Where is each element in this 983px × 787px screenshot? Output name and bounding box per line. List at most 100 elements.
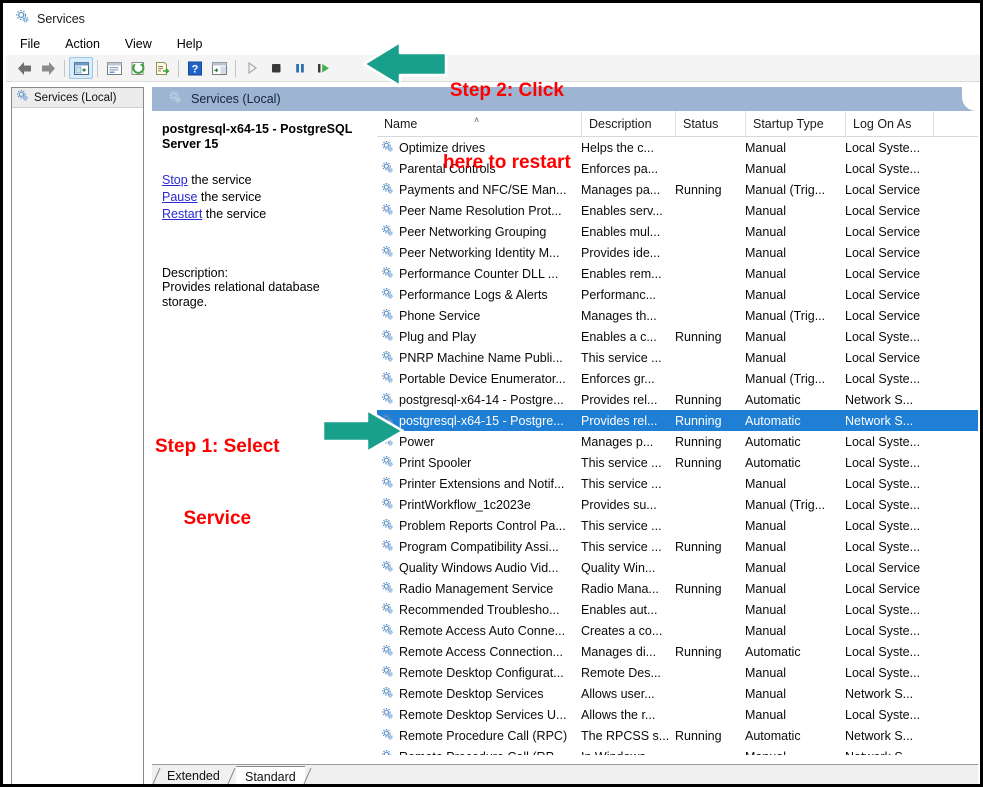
- table-row[interactable]: Phone ServiceManages th...Manual (Trig..…: [377, 305, 978, 326]
- menu-item-action[interactable]: Action: [63, 36, 102, 52]
- cell-name: Performance Logs & Alerts: [381, 284, 577, 305]
- cell-startup-type: Manual: [745, 242, 841, 263]
- stop-service-button[interactable]: [264, 57, 288, 79]
- table-row[interactable]: Remote Access Connection...Manages di...…: [377, 641, 978, 662]
- service-name: postgresql-x64-15 - Postgre...: [399, 414, 564, 428]
- cell-startup-type: Manual (Trig...: [745, 179, 841, 200]
- cell-status: Running: [675, 179, 741, 200]
- service-gear-icon: [381, 392, 394, 408]
- properties-button[interactable]: [102, 57, 126, 79]
- cell-name: Peer Networking Grouping: [381, 221, 577, 242]
- export-list-button[interactable]: [150, 57, 174, 79]
- table-row[interactable]: PowerManages p...RunningAutomaticLocal S…: [377, 431, 978, 452]
- header-corner-curve: [962, 87, 978, 111]
- refresh-button[interactable]: [126, 57, 150, 79]
- cell-startup-type: Manual: [745, 347, 841, 368]
- back-button[interactable]: [12, 57, 36, 79]
- column-header-startup-type[interactable]: Startup Type: [745, 111, 845, 136]
- cell-description: In Windows...: [581, 746, 673, 755]
- table-row[interactable]: Performance Logs & AlertsPerformanc...Ma…: [377, 284, 978, 305]
- cell-status: [675, 284, 741, 305]
- tab-standard[interactable]: Standard: [236, 766, 305, 786]
- service-name: postgresql-x64-14 - Postgre...: [399, 393, 564, 407]
- cell-status: Running: [675, 725, 741, 746]
- table-row[interactable]: Plug and PlayEnables a c...RunningManual…: [377, 326, 978, 347]
- table-row[interactable]: Remote Desktop Services U...Allows the r…: [377, 704, 978, 725]
- cell-log-on-as: Local Syste...: [845, 473, 965, 494]
- forward-button[interactable]: [36, 57, 60, 79]
- table-row[interactable]: Recommended Troublesho...Enables aut...M…: [377, 599, 978, 620]
- cell-name: postgresql-x64-15 - Postgre...: [381, 410, 577, 431]
- show-action-pane-button[interactable]: [207, 57, 231, 79]
- cell-name: Quality Windows Audio Vid...: [381, 557, 577, 578]
- table-row[interactable]: postgresql-x64-14 - Postgre...Provides r…: [377, 389, 978, 410]
- title-bar: Services: [6, 6, 983, 32]
- results-pane-title: Services (Local): [191, 92, 281, 106]
- table-row[interactable]: Program Compatibility Assi...This servic…: [377, 536, 978, 557]
- table-row[interactable]: Remote Desktop ServicesAllows user...Man…: [377, 683, 978, 704]
- cell-status: Running: [675, 326, 741, 347]
- cell-name: PrintWorkflow_1c2023e: [381, 494, 577, 515]
- service-name: Remote Desktop Configurat...: [399, 666, 564, 680]
- service-gear-icon: [381, 581, 394, 597]
- cell-log-on-as: Local Service: [845, 200, 965, 221]
- menu-item-help[interactable]: Help: [175, 36, 205, 52]
- annotation-step1-line1: Step 1: Select: [155, 435, 280, 459]
- cell-startup-type: Automatic: [745, 410, 841, 431]
- table-row[interactable]: Remote Procedure Call (RPC)The RPCSS s..…: [377, 725, 978, 746]
- column-header-description[interactable]: Description: [581, 111, 675, 136]
- service-name: Remote Procedure Call (RP...: [399, 750, 563, 756]
- cell-name: Remote Access Auto Conne...: [381, 620, 577, 641]
- tree-pane-footer: [11, 765, 144, 787]
- cell-name: Power: [381, 431, 577, 452]
- table-row[interactable]: Print SpoolerThis service ...RunningAuto…: [377, 452, 978, 473]
- table-row[interactable]: Remote Access Auto Conne...Creates a co.…: [377, 620, 978, 641]
- table-row[interactable]: Radio Management ServiceRadio Mana...Run…: [377, 578, 978, 599]
- restart-service-link[interactable]: Restart: [162, 207, 202, 221]
- table-row[interactable]: Peer Networking Identity M...Provides id…: [377, 242, 978, 263]
- column-header-log-on-as[interactable]: Log On As: [845, 111, 933, 136]
- cell-status: [675, 368, 741, 389]
- table-row[interactable]: postgresql-x64-15 - Postgre...Provides r…: [377, 410, 978, 431]
- cell-name: Remote Procedure Call (RP...: [381, 746, 577, 755]
- table-row[interactable]: PNRP Machine Name Publi...This service .…: [377, 347, 978, 368]
- cell-status: [675, 158, 741, 179]
- cell-log-on-as: Local Service: [845, 557, 965, 578]
- pause-service-button[interactable]: [288, 57, 312, 79]
- description-text: Provides relational database storage.: [162, 280, 367, 310]
- start-service-button[interactable]: [240, 57, 264, 79]
- table-row[interactable]: Peer Networking GroupingEnables mul...Ma…: [377, 221, 978, 242]
- show-hide-console-tree-button[interactable]: [69, 57, 93, 79]
- cell-startup-type: Manual: [745, 683, 841, 704]
- service-name: Remote Procedure Call (RPC): [399, 729, 567, 743]
- cell-name: Remote Access Connection...: [381, 641, 577, 662]
- cell-status: [675, 515, 741, 536]
- menu-item-view[interactable]: View: [123, 36, 154, 52]
- service-name: Remote Desktop Services U...: [399, 708, 566, 722]
- table-row[interactable]: Performance Counter DLL ...Enables rem..…: [377, 263, 978, 284]
- restart-service-button[interactable]: [312, 57, 336, 79]
- table-row[interactable]: Quality Windows Audio Vid...Quality Win.…: [377, 557, 978, 578]
- service-gear-icon: [381, 308, 394, 324]
- stop-service-link[interactable]: Stop: [162, 173, 188, 187]
- column-header-status[interactable]: Status: [675, 111, 745, 136]
- table-row[interactable]: Problem Reports Control Pa...This servic…: [377, 515, 978, 536]
- table-row[interactable]: PrintWorkflow_1c2023eProvides su...Manua…: [377, 494, 978, 515]
- service-gear-icon: [381, 371, 394, 387]
- table-row[interactable]: Remote Desktop Configurat...Remote Des..…: [377, 662, 978, 683]
- pause-service-link[interactable]: Pause: [162, 190, 197, 204]
- table-row[interactable]: Portable Device Enumerator...Enforces gr…: [377, 368, 978, 389]
- cell-status: [675, 137, 741, 158]
- tree-root-item[interactable]: Services (Local): [12, 88, 143, 108]
- stop-service-link-row: Stop the service: [162, 172, 367, 189]
- table-row[interactable]: Printer Extensions and Notif...This serv…: [377, 473, 978, 494]
- cell-log-on-as: Local Syste...: [845, 662, 965, 683]
- tab-extended[interactable]: Extended: [158, 766, 229, 786]
- service-gear-icon: [381, 686, 394, 702]
- help-button[interactable]: ?: [183, 57, 207, 79]
- table-row[interactable]: Remote Procedure Call (RP... In Windows..…: [377, 746, 978, 755]
- service-name: Peer Networking Grouping: [399, 225, 546, 239]
- service-gear-icon: [381, 182, 394, 198]
- column-header-filler: [933, 111, 978, 136]
- menu-item-file[interactable]: File: [18, 36, 42, 52]
